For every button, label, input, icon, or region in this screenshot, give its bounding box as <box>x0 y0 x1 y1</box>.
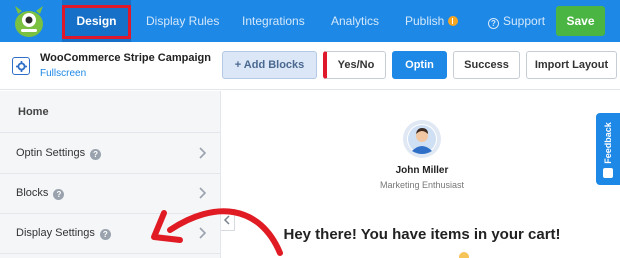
feedback-tab[interactable]: Feedback <box>596 113 620 185</box>
tab-display-rules-label: Display Rules <box>146 14 220 28</box>
sidebar-item-home[interactable]: Home <box>0 91 221 133</box>
tab-support-label: Support <box>503 14 546 28</box>
feedback-icon <box>603 168 613 178</box>
canvas-element-peek <box>459 252 469 258</box>
person-role: Marketing Enthusiast <box>379 180 465 190</box>
tab-publish-label: Publish <box>405 14 445 28</box>
design-highlight-box <box>62 5 131 39</box>
sidebar-item-optin-settings[interactable]: Optin Settings? <box>0 134 221 174</box>
question-icon: ? <box>53 189 65 200</box>
tab-integrations-label: Integrations <box>242 14 305 28</box>
avatar <box>403 120 441 158</box>
sidebar-item-label: Blocks <box>16 187 49 199</box>
campaign-type[interactable]: Fullscreen <box>40 68 86 79</box>
tab-publish[interactable]: Publish <box>405 0 459 42</box>
success-view-button[interactable]: Success <box>453 51 520 79</box>
chevron-right-icon <box>199 147 206 159</box>
person-name: John Miller <box>395 165 449 176</box>
publish-alert-icon <box>448 16 459 26</box>
tab-integrations[interactable]: Integrations <box>242 0 305 42</box>
chevron-right-icon <box>199 227 206 239</box>
sidebar-item-label: Home <box>18 106 49 118</box>
chevron-right-icon <box>199 187 206 199</box>
help-icon: ? <box>488 18 499 29</box>
tab-analytics[interactable]: Analytics <box>331 0 379 42</box>
sidebar-item-label: Display Settings <box>16 227 95 239</box>
top-nav: Design Display Rules Integrations Analyt… <box>0 0 620 42</box>
tab-display-rules[interactable]: Display Rules <box>146 0 219 42</box>
add-blocks-button[interactable]: + Add Blocks <box>222 51 317 79</box>
feedback-label: Feedback <box>603 122 613 164</box>
import-layout-button[interactable]: Import Layout <box>526 51 617 79</box>
campaign-headline[interactable]: Hey there! You have items in your cart! <box>240 226 604 243</box>
yes-no-view-button[interactable]: Yes/No <box>323 51 386 79</box>
gear-icon <box>15 60 27 72</box>
campaign-settings-button[interactable] <box>12 57 30 75</box>
save-button[interactable]: Save <box>556 6 605 36</box>
question-icon: ? <box>99 229 111 240</box>
sidebar-collapse-button[interactable] <box>221 209 235 231</box>
campaign-title: WooCommerce Stripe Campaign <box>40 52 211 64</box>
sidebar: Home Optin Settings? Blocks? Display Set… <box>0 91 221 258</box>
sidebar-item-label: Optin Settings <box>16 147 86 159</box>
optinmonster-logo[interactable] <box>10 2 48 40</box>
sidebar-item-blocks[interactable]: Blocks? <box>0 174 221 214</box>
tab-analytics-label: Analytics <box>331 14 380 28</box>
optin-view-button[interactable]: Optin <box>392 51 447 79</box>
question-icon: ? <box>90 149 102 160</box>
chevron-left-icon <box>223 215 230 225</box>
sidebar-item-display-settings[interactable]: Display Settings? <box>0 214 221 254</box>
tab-support[interactable]: ? Support <box>488 0 545 42</box>
